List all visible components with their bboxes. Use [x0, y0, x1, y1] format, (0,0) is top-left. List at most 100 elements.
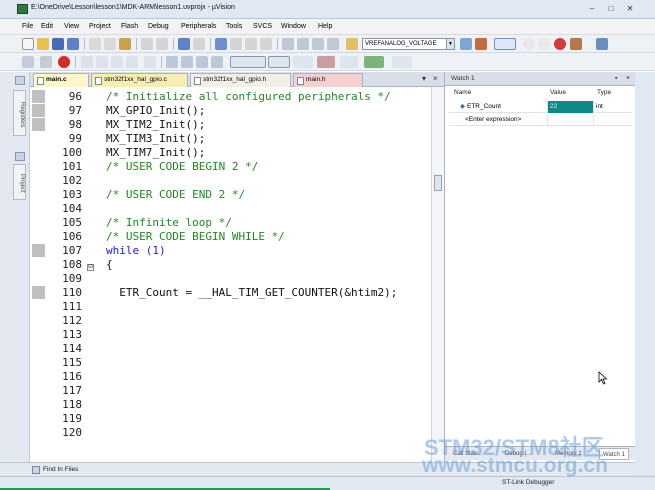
scrollbar-thumb[interactable]	[434, 175, 442, 191]
step-out-icon[interactable]	[111, 56, 123, 68]
code-line[interactable]: MX_TIM7_Init();	[106, 146, 205, 160]
navigate-forward-icon[interactable]	[193, 38, 205, 50]
reset-cpu-icon[interactable]	[22, 56, 34, 68]
save-icon[interactable]	[52, 38, 64, 50]
menu-flash[interactable]: Flash	[121, 23, 138, 30]
memory-window-dropdown[interactable]	[293, 56, 313, 68]
menu-view[interactable]: View	[64, 23, 79, 30]
chevron-down-icon[interactable]: ▼	[446, 39, 454, 49]
watch-header-name[interactable]: Name	[454, 89, 471, 100]
editor-vertical-scrollbar[interactable]	[431, 87, 444, 462]
find-in-files-icon[interactable]	[346, 38, 358, 50]
next-bookmark-icon[interactable]	[245, 38, 257, 50]
tab-find-in-files[interactable]: Find In Files	[31, 464, 78, 476]
symbols-window-icon[interactable]	[196, 56, 208, 68]
code-line[interactable]: MX_TIM2_Init();	[106, 118, 205, 132]
command-window-icon[interactable]	[166, 56, 178, 68]
watch-row-name[interactable]: ◆ ETR_Count	[449, 101, 547, 113]
close-watch-icon[interactable]: ×	[626, 72, 630, 85]
close-tab-icon[interactable]: ×	[433, 74, 438, 83]
undo-icon[interactable]	[141, 38, 153, 50]
configure-icon[interactable]	[570, 38, 582, 50]
line-marker[interactable]	[32, 104, 45, 117]
menu-help[interactable]: Help	[318, 23, 332, 30]
open-file-icon[interactable]	[37, 38, 49, 50]
line-marker[interactable]	[32, 244, 45, 257]
step-into-icon[interactable]	[81, 56, 93, 68]
tab-main-h[interactable]: main.h	[293, 73, 363, 87]
kill-breakpoints-icon[interactable]	[554, 38, 566, 50]
step-over-icon[interactable]	[96, 56, 108, 68]
watch-header-type[interactable]: Type	[597, 89, 611, 100]
watch-row[interactable]: ◆ ETR_Count 22 int	[449, 101, 632, 113]
tab-debug[interactable]: Debug (...	[505, 448, 531, 460]
toolbox-dropdown[interactable]	[392, 56, 412, 68]
paste-icon[interactable]	[119, 38, 131, 50]
code-line[interactable]: ETR_Count = __HAL_TIM_GET_COUNTER(&htim2…	[106, 286, 397, 300]
cut-icon[interactable]	[89, 38, 101, 50]
window-layout-icon[interactable]	[596, 38, 608, 50]
breakpoint-icon[interactable]	[523, 38, 535, 50]
watch-enter-expression[interactable]: <Enter expression>	[449, 114, 547, 126]
breakpoint-disable-icon[interactable]	[538, 38, 550, 50]
code-line[interactable]: /* USER CODE BEGIN WHILE */	[106, 230, 285, 244]
code-line[interactable]: /* USER CODE BEGIN 2 */	[106, 160, 258, 174]
watch-row-value[interactable]: 22	[547, 101, 593, 113]
copy-icon[interactable]	[104, 38, 116, 50]
tab-registers[interactable]: Registers	[13, 90, 26, 136]
tab-watch-1[interactable]: Watch 1	[599, 448, 629, 460]
unindent-icon[interactable]	[297, 38, 309, 50]
bookmark-icon[interactable]	[215, 38, 227, 50]
new-file-icon[interactable]	[22, 38, 34, 50]
close-window-button[interactable]: ✕	[624, 4, 636, 14]
stop-icon[interactable]	[58, 56, 70, 68]
analysis-window-dropdown[interactable]	[340, 56, 358, 68]
watch-row[interactable]: <Enter expression>	[449, 114, 632, 126]
tab-memory-1[interactable]: Memory 1	[555, 448, 582, 460]
breakpoint-gutter[interactable]	[30, 87, 45, 462]
code-line[interactable]: while (1)	[106, 244, 166, 258]
prev-bookmark-icon[interactable]	[230, 38, 242, 50]
tab-call-stack[interactable]: Call Stac...	[453, 448, 482, 460]
code-line[interactable]: MX_GPIO_Init();	[106, 104, 205, 118]
line-marker[interactable]	[32, 286, 45, 299]
call-stack-window-dropdown[interactable]	[230, 56, 266, 68]
menu-window[interactable]: Window	[281, 23, 306, 30]
show-next-statement-icon[interactable]	[144, 56, 156, 68]
registers-window-icon[interactable]	[211, 56, 223, 68]
trace-window-dropdown[interactable]	[364, 56, 384, 68]
run-icon[interactable]	[40, 56, 52, 68]
code-line[interactable]: /* USER CODE END 2 */	[106, 188, 245, 202]
code-line[interactable]: /* Initialize all configured peripherals…	[106, 90, 391, 104]
menu-debug[interactable]: Debug	[148, 23, 169, 30]
minimize-button[interactable]: –	[586, 4, 598, 14]
maximize-button[interactable]: □	[605, 4, 617, 14]
code-line[interactable]: {	[106, 258, 113, 272]
comment-icon[interactable]	[312, 38, 324, 50]
tab-list-dropdown-icon[interactable]: ▾	[422, 74, 426, 83]
tab-main-c[interactable]: main.c	[33, 73, 89, 87]
code-line[interactable]: /* Infinite loop */	[106, 216, 232, 230]
line-marker[interactable]	[32, 90, 45, 103]
navigate-back-icon[interactable]	[178, 38, 190, 50]
menu-project[interactable]: Project	[89, 23, 111, 30]
menu-svcs[interactable]: SVCS	[253, 23, 272, 30]
debug-session-icon[interactable]	[494, 38, 516, 50]
code-line[interactable]: MX_TIM3_Init();	[106, 132, 205, 146]
watch-row-value[interactable]	[547, 114, 593, 126]
menu-file[interactable]: File	[22, 23, 33, 30]
menu-peripherals[interactable]: Peripherals	[181, 23, 216, 30]
fold-toggle-icon[interactable]: ⊟	[87, 264, 94, 271]
run-to-cursor-icon[interactable]	[126, 56, 138, 68]
disassembly-window-icon[interactable]	[181, 56, 193, 68]
project-icon[interactable]	[15, 152, 25, 161]
tab-project[interactable]: Project	[13, 164, 26, 200]
menu-tools[interactable]: Tools	[226, 23, 242, 30]
incremental-find-icon[interactable]	[475, 38, 487, 50]
redo-icon[interactable]	[156, 38, 168, 50]
tab-stm32f1xx-hal-gpio-h[interactable]: stm32f1xx_hal_gpio.h	[190, 73, 291, 87]
line-marker[interactable]	[32, 118, 45, 131]
watch-window-dropdown[interactable]	[268, 56, 290, 68]
code-editor[interactable]: /* Initialize all configured peripherals…	[94, 87, 431, 462]
uncomment-icon[interactable]	[327, 38, 339, 50]
